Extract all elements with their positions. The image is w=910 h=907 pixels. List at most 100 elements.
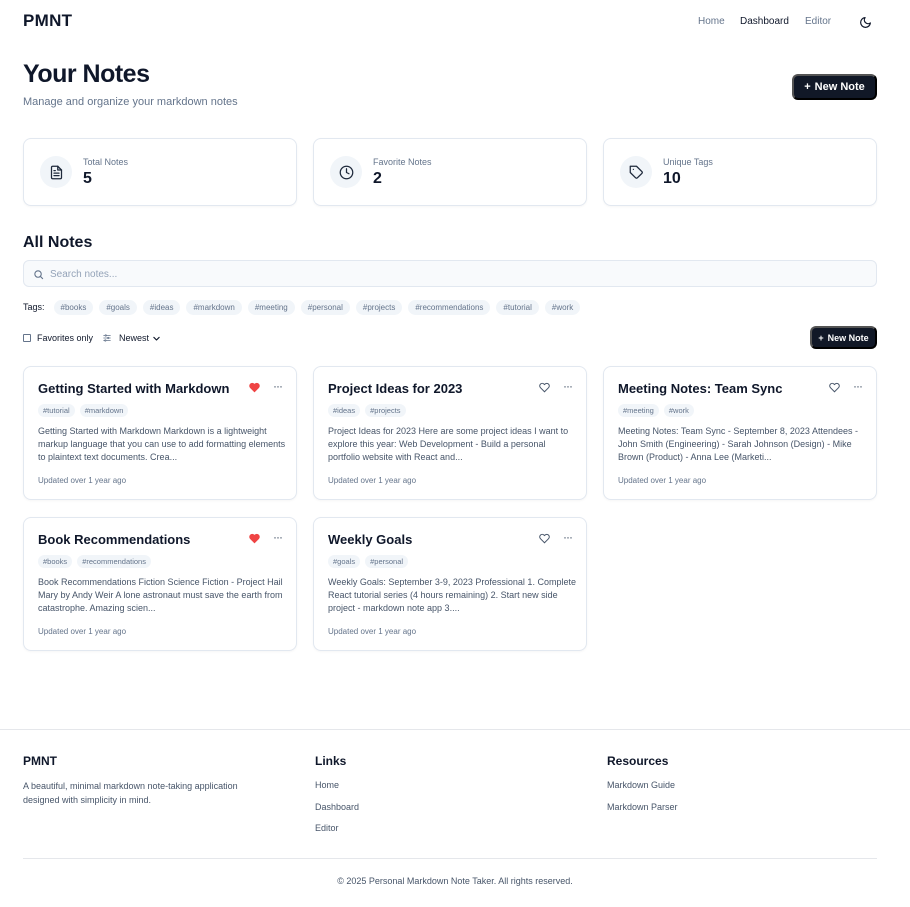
all-notes-heading: All Notes: [23, 234, 93, 251]
favorite-button[interactable]: [248, 381, 260, 393]
chevron-down-icon: [153, 336, 160, 341]
heart-outline-icon: [538, 382, 550, 392]
note-tag: #personal: [365, 555, 409, 568]
heart-outline-icon: [828, 382, 840, 392]
tag-filter-recommendations[interactable]: #recommendations: [408, 299, 491, 315]
note-excerpt: Meeting Notes: Team Sync - September 8, …: [618, 426, 858, 462]
note-tag: #work: [663, 404, 694, 417]
note-title[interactable]: Meeting Notes: Team Sync: [618, 381, 782, 396]
tag-filter-markdown[interactable]: #markdown: [186, 299, 242, 315]
note-excerpt: Book Recommendations Fiction Science Fic…: [38, 577, 283, 613]
note-tag: #tutorial: [38, 404, 75, 417]
search-bar: [23, 260, 877, 287]
tag-filter-books[interactable]: #books: [53, 299, 94, 315]
note-title[interactable]: Project Ideas for 2023: [328, 381, 462, 396]
note-card[interactable]: Weekly Goals ··· #goals #personal Weekly…: [313, 517, 587, 651]
favorite-button[interactable]: [538, 381, 550, 393]
tag-filter-ideas[interactable]: #ideas: [142, 299, 181, 315]
nav-editor-link[interactable]: Editor: [805, 16, 831, 27]
stat-label: Total Notes: [83, 157, 129, 167]
tag-filter-personal[interactable]: #personal: [300, 299, 350, 315]
footer-link-home[interactable]: Home: [315, 780, 339, 790]
favorites-only-label[interactable]: Favorites only: [37, 333, 93, 343]
plus-icon: +: [818, 332, 824, 343]
stat-card-unique-tags: Unique Tags 10: [603, 138, 877, 206]
footer-links-heading: Links: [315, 754, 347, 768]
heart-filled-icon: [248, 533, 260, 543]
note-updated: Updated over 1 year ago: [38, 627, 127, 636]
note-excerpt: Weekly Goals: September 3-9, 2023 Profes…: [328, 577, 576, 613]
tag-filter-goals[interactable]: #goals: [99, 299, 137, 315]
note-title[interactable]: Book Recommendations: [38, 532, 190, 547]
stat-card-favorite-notes: Favorite Notes 2: [313, 138, 587, 206]
footer-resources-heading: Resources: [607, 754, 669, 768]
sliders-icon: [102, 333, 112, 343]
new-note-button[interactable]: + New Note: [792, 74, 877, 100]
search-icon: [34, 270, 44, 280]
note-tag: #projects: [365, 404, 406, 417]
more-options-icon[interactable]: ···: [563, 530, 573, 544]
stat-value: 5: [83, 170, 92, 187]
favorite-button[interactable]: [538, 532, 550, 544]
more-options-icon[interactable]: ···: [273, 379, 283, 393]
favorite-button[interactable]: [828, 381, 840, 393]
file-text-icon: [40, 156, 72, 188]
footer-link-dashboard[interactable]: Dashboard: [315, 802, 359, 812]
app-logo[interactable]: PMNT: [23, 11, 72, 31]
note-updated: Updated over 1 year ago: [328, 627, 417, 636]
stat-label: Unique Tags: [663, 157, 713, 167]
tags-label: Tags:: [23, 302, 45, 312]
note-title[interactable]: Weekly Goals: [328, 532, 412, 547]
note-tag: #goals: [328, 555, 361, 568]
note-updated: Updated over 1 year ago: [328, 476, 417, 485]
note-excerpt: Getting Started with Markdown Markdown i…: [38, 426, 286, 462]
tag-filter-meeting[interactable]: #meeting: [247, 299, 295, 315]
note-tag: #books: [38, 555, 73, 568]
note-tags: #tutorial #markdown: [38, 404, 129, 417]
heart-outline-icon: [538, 533, 550, 543]
nav-home-link[interactable]: Home: [698, 16, 725, 27]
top-nav-bar: PMNT Home Dashboard Editor: [0, 0, 910, 44]
theme-toggle-button[interactable]: [855, 12, 875, 32]
page-subtitle: Manage and organize your markdown notes: [23, 96, 238, 108]
footer-link-markdown-parser[interactable]: Markdown Parser: [607, 802, 678, 812]
plus-icon: +: [804, 81, 811, 93]
tag-filter-work[interactable]: #work: [544, 299, 581, 315]
sort-select-value: Newest: [119, 333, 150, 343]
note-title[interactable]: Getting Started with Markdown: [38, 381, 229, 396]
favorites-only-checkbox[interactable]: [23, 334, 31, 342]
more-options-icon[interactable]: ···: [563, 379, 573, 393]
note-card[interactable]: Project Ideas for 2023 ··· #ideas #proje…: [313, 366, 587, 500]
favorite-button[interactable]: [248, 532, 260, 544]
page-title: Your Notes: [23, 60, 150, 88]
tag-filter-row: Tags: #books #goals #ideas #markdown #me…: [23, 299, 581, 315]
sort-select[interactable]: Newest: [119, 333, 161, 343]
nav-dashboard-link[interactable]: Dashboard: [740, 16, 789, 27]
footer-link-markdown-guide[interactable]: Markdown Guide: [607, 780, 675, 790]
tag-filter-tutorial[interactable]: #tutorial: [496, 299, 539, 315]
tag-filter-projects[interactable]: #projects: [355, 299, 403, 315]
note-tag: #ideas: [328, 404, 361, 417]
copyright-text: © 2025 Personal Markdown Note Taker. All…: [337, 876, 573, 886]
more-options-icon[interactable]: ···: [853, 379, 863, 393]
note-tag: #meeting: [618, 404, 659, 417]
note-tags: #books #recommendations: [38, 555, 151, 568]
stat-card-total-notes: Total Notes 5: [23, 138, 297, 206]
footer-description: A beautiful, minimal markdown note-takin…: [23, 781, 238, 805]
more-options-icon[interactable]: ···: [273, 530, 283, 544]
note-card[interactable]: Book Recommendations ··· #books #recomme…: [23, 517, 297, 651]
note-card[interactable]: Meeting Notes: Team Sync ··· #meeting #w…: [603, 366, 877, 500]
new-note-button-label: New Note: [827, 332, 869, 343]
note-updated: Updated over 1 year ago: [38, 476, 127, 485]
filter-row: Favorites only Newest: [23, 331, 161, 345]
new-note-button-label: New Note: [814, 81, 865, 93]
note-tags: #goals #personal: [328, 555, 409, 568]
tag-icon: [620, 156, 652, 188]
clock-icon: [330, 156, 362, 188]
new-note-button-small[interactable]: + New Note: [810, 326, 877, 349]
note-card[interactable]: Getting Started with Markdown ··· #tutor…: [23, 366, 297, 500]
search-input[interactable]: [50, 266, 850, 282]
note-tags: #ideas #projects: [328, 404, 406, 417]
footer-bottom-divider: [23, 858, 877, 859]
footer-link-editor[interactable]: Editor: [315, 823, 339, 833]
